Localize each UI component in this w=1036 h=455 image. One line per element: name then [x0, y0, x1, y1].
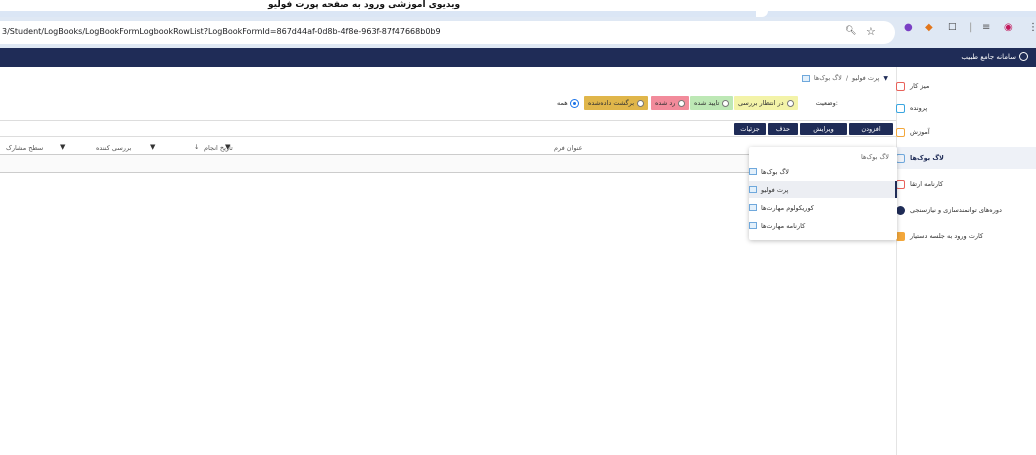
browser-toolbar: 3/Student/LogBooks/LogBookFormLogbookRow… [0, 17, 1036, 48]
radio-approved[interactable] [722, 99, 730, 107]
metamask-icon[interactable]: ◆ [925, 22, 933, 33]
sidebar-item-label: لاگ بوک‌ها [910, 154, 944, 162]
status-pending[interactable]: در انتظار بررسی [734, 96, 798, 110]
status-all-label: همه [557, 99, 568, 107]
radio-returned[interactable] [637, 99, 645, 107]
course-icon [896, 205, 905, 215]
chevron-down-icon[interactable]: ▼ [883, 75, 888, 82]
status-label: وضعیت: [815, 99, 838, 107]
address-bar[interactable]: 3/Student/LogBooks/LogBookFormLogbookRow… [0, 21, 895, 44]
dropdown-item-label: کارنامه مهارت‌ها [761, 221, 806, 230]
status-returned[interactable]: برگشت داده‌شده [584, 96, 649, 110]
column-participation[interactable]: سطح مشارک [6, 144, 43, 152]
column-reviewer[interactable]: بررسی کننده [96, 144, 131, 152]
sidebar-item-entry-card[interactable]: کارت ورود به جلسه دستیار [896, 225, 1036, 247]
breadcrumb-root[interactable]: لاگ بوک‌ها [814, 74, 842, 82]
logbook-icon [749, 222, 757, 229]
column-form-title[interactable]: عنوان فرم [554, 144, 583, 152]
status-rejected-label: رد شده [655, 99, 676, 107]
radio-rejected[interactable] [678, 99, 686, 107]
status-pending-label: در انتظار بررسی [738, 99, 784, 107]
add-button[interactable]: افزودن [849, 123, 893, 135]
sidebar-item-courses[interactable]: دوره‌های توانمندسازی و نیازسنجی [896, 199, 1036, 221]
zoom-icon[interactable]: 🔍︎ [845, 26, 856, 36]
sidebar-item-label: پرونده [910, 104, 928, 112]
brand[interactable]: سامانه جامع طبیب [961, 52, 1028, 61]
logbook-icon [749, 186, 757, 193]
sidebar-item-label: میز کار [910, 82, 930, 90]
sidebar-item-file[interactable]: پرونده [896, 97, 1036, 119]
dropdown-item-portfolio[interactable]: پرت فولیو [749, 181, 897, 198]
filter-icon[interactable]: ▼ [150, 143, 155, 151]
dropdown-item-logbooks[interactable]: لاگ بوک‌ها [749, 163, 897, 180]
card-icon [896, 231, 905, 241]
menu-icon[interactable]: ⋮ [1028, 22, 1036, 33]
radio-pending[interactable] [786, 99, 794, 107]
brand-title: سامانه جامع طبیب [961, 52, 1016, 61]
puzzle-icon[interactable]: □ [948, 22, 957, 32]
status-returned-label: برگشت داده‌شده [588, 99, 635, 107]
logbook-icon [801, 74, 810, 82]
dropdown-item-label: کوریکولوم مهارت‌ها [761, 203, 814, 212]
sidebar-item-label: دوره‌های توانمندسازی و نیازسنجی [910, 206, 1002, 214]
sidebar-item-promotion-report[interactable]: کارنامه ارتقا [896, 173, 1036, 195]
sidebar: میز کار پرونده آموزش لاگ بوک‌ها کارنامه … [896, 67, 1036, 455]
brand-logo-icon [1019, 52, 1028, 61]
sidebar-item-label: کارنامه ارتقا [910, 180, 944, 188]
radio-all[interactable] [570, 99, 578, 107]
breadcrumb: لاگ بوک‌ها / پرت فولیو ▼ [801, 74, 888, 82]
logbook-icon [749, 204, 757, 211]
education-icon [896, 127, 905, 137]
extension-purple-icon[interactable]: ● [904, 22, 913, 33]
app-header: سامانه جامع طبیب [0, 48, 1036, 67]
filter-icon[interactable]: ▼ [225, 143, 230, 151]
url-text[interactable]: 3/Student/LogBooks/LogBookFormLogbookRow… [2, 27, 441, 36]
status-all[interactable]: همه [553, 96, 582, 110]
dropdown-item-skills-report[interactable]: کارنامه مهارت‌ها [749, 217, 897, 234]
breadcrumb-current[interactable]: پرت فولیو [852, 74, 879, 82]
dropdown-item-label: پرت فولیو [761, 185, 789, 194]
status-approved[interactable]: تایید شده [690, 96, 734, 110]
star-icon[interactable]: ☆ [866, 25, 876, 38]
details-button[interactable]: جزئیات [734, 123, 766, 135]
breadcrumb-dropdown: لاگ بوک‌ها لاگ بوک‌ها پرت فولیو کوریکولو… [749, 147, 897, 240]
sort-down-icon[interactable]: ↓ [194, 143, 199, 151]
logbook-icon [749, 168, 757, 175]
edit-button[interactable]: ویرایش [800, 123, 847, 135]
sidebar-item-label: کارت ورود به جلسه دستیار [910, 232, 984, 240]
logbook-icon [896, 153, 905, 163]
home-icon [896, 81, 905, 91]
report-icon [896, 179, 905, 189]
caption-text: ویدیوی آموزشی ورود به صفحه پورت فولیو [268, 0, 461, 10]
toolbar-divider: | [969, 22, 973, 33]
reading-list-icon[interactable]: ≡ [982, 22, 990, 33]
sidebar-item-logbooks[interactable]: لاگ بوک‌ها [896, 147, 1036, 169]
status-rejected[interactable]: رد شده [651, 96, 690, 110]
dropdown-item-label: لاگ بوک‌ها [761, 167, 789, 176]
dropdown-item-skills-curriculum[interactable]: کوریکولوم مهارت‌ها [749, 199, 897, 216]
filter-icon[interactable]: ▼ [60, 143, 65, 151]
status-approved-label: تایید شده [694, 99, 720, 107]
breadcrumb-separator: / [845, 74, 849, 82]
sidebar-item-label: آموزش [910, 128, 930, 136]
folder-icon [896, 103, 905, 113]
dropdown-header: لاگ بوک‌ها [861, 153, 889, 161]
sidebar-item-dashboard[interactable]: میز کار [896, 75, 1036, 97]
delete-button[interactable]: حذف [768, 123, 798, 135]
sidebar-item-education[interactable]: آموزش [896, 121, 1036, 143]
profile-icon[interactable]: ◉ [1004, 22, 1013, 33]
